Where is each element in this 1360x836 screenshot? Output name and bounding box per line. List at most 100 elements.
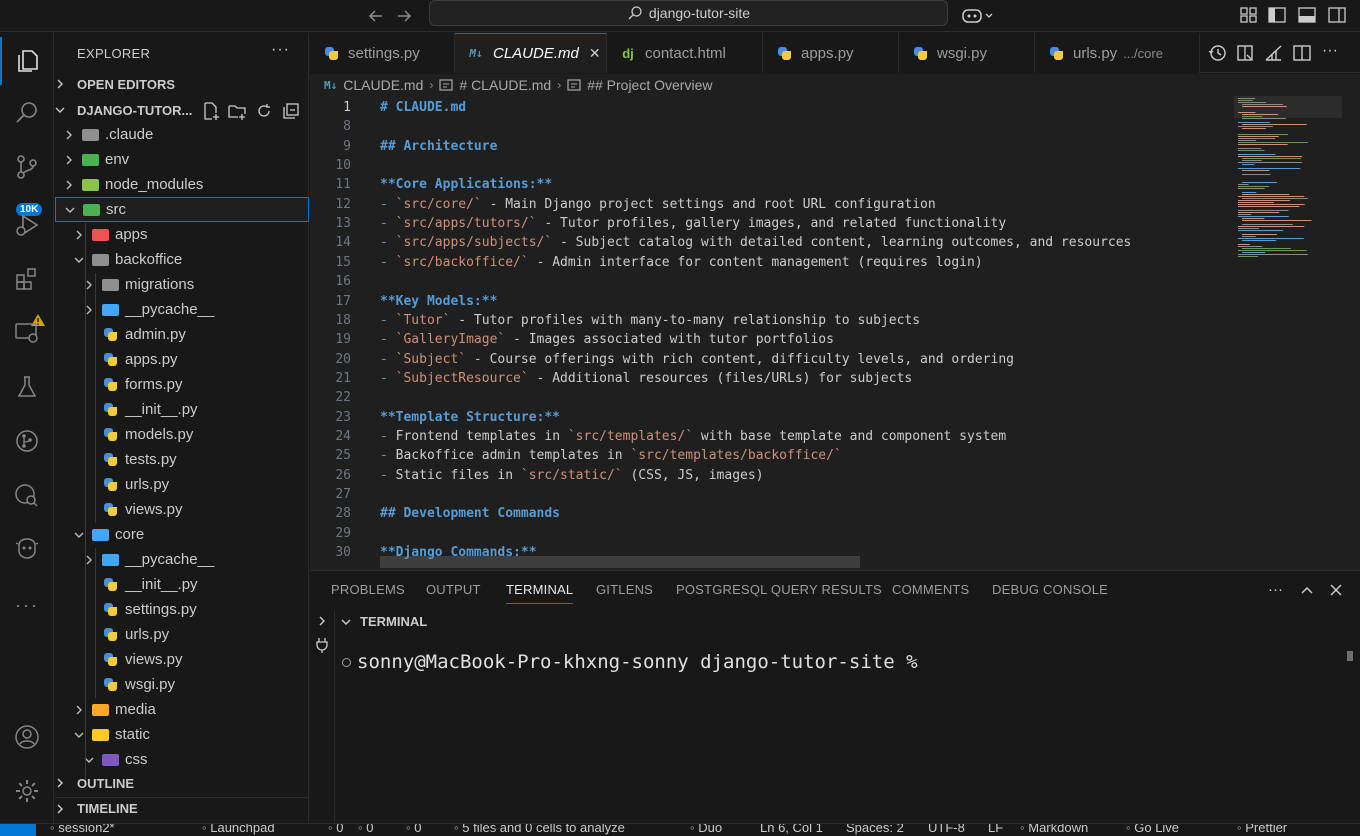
file-row[interactable]: __init__.py bbox=[55, 397, 309, 422]
status-item[interactable]: UTF-8 bbox=[928, 824, 965, 835]
status-item[interactable]: ◦ 0 bbox=[406, 824, 421, 835]
folder-row[interactable]: __pycache__ bbox=[55, 547, 309, 572]
tab-wsgi-py[interactable]: wsgi.py bbox=[899, 33, 1035, 73]
status-item[interactable]: ◦ Prettier bbox=[1237, 824, 1287, 835]
file-row[interactable]: urls.py bbox=[55, 472, 309, 497]
timeline-history-icon[interactable] bbox=[1207, 42, 1229, 64]
folder-row[interactable]: css bbox=[55, 747, 309, 772]
breadcrumb-heading-1[interactable]: # CLAUDE.md bbox=[459, 77, 551, 93]
terminal-scrollbar[interactable] bbox=[1347, 651, 1353, 661]
file-row[interactable]: __init__.py bbox=[55, 572, 309, 597]
outline-section[interactable]: OUTLINE bbox=[55, 772, 309, 794]
remote-indicator[interactable] bbox=[0, 824, 36, 836]
folder-row[interactable]: apps bbox=[55, 222, 309, 247]
panel-tab[interactable]: TERMINAL bbox=[506, 582, 574, 604]
folder-row[interactable]: core bbox=[55, 522, 309, 547]
customize-layout-icon[interactable] bbox=[1238, 4, 1260, 26]
tab-claude-md[interactable]: M↓ CLAUDE.md ✕ bbox=[455, 33, 607, 73]
folder-row[interactable]: __pycache__ bbox=[55, 297, 309, 322]
folder-row[interactable]: .claude bbox=[55, 122, 309, 147]
folder-row[interactable]: backoffice bbox=[55, 247, 309, 272]
command-decoration-icon[interactable] bbox=[342, 657, 351, 667]
folder-row[interactable]: node_modules bbox=[55, 172, 309, 197]
panel-tab[interactable]: OUTPUT bbox=[426, 582, 481, 597]
status-item[interactable]: ◦ 0 bbox=[328, 824, 343, 835]
file-row[interactable]: views.py bbox=[55, 647, 309, 672]
new-file-icon[interactable] bbox=[201, 101, 221, 121]
chevron-right-icon[interactable] bbox=[316, 615, 328, 627]
file-row[interactable]: admin.py bbox=[55, 322, 309, 347]
panel-tab[interactable]: PROBLEMS bbox=[331, 582, 405, 597]
search-icon[interactable] bbox=[0, 89, 54, 137]
status-item[interactable]: ◦ Duo bbox=[690, 824, 722, 835]
run-debug-icon[interactable] bbox=[0, 201, 54, 249]
tab-apps-py[interactable]: apps.py bbox=[763, 33, 899, 73]
testing-icon[interactable] bbox=[0, 363, 54, 411]
toggle-primary-sidebar-icon[interactable] bbox=[1266, 4, 1288, 26]
copilot-icon[interactable] bbox=[961, 4, 997, 26]
collapse-all-icon[interactable] bbox=[281, 101, 301, 121]
file-row[interactable]: apps.py bbox=[55, 347, 309, 372]
extensions-icon[interactable] bbox=[0, 255, 54, 303]
maximize-panel-icon[interactable] bbox=[1298, 581, 1316, 599]
file-row[interactable]: settings.py bbox=[55, 597, 309, 622]
status-item[interactable]: Ln 6, Col 1 bbox=[760, 824, 823, 835]
folder-row[interactable]: src bbox=[55, 197, 309, 222]
panel-tab[interactable]: GITLENS bbox=[596, 582, 653, 597]
explorer-more-actions[interactable]: ··· bbox=[271, 41, 290, 59]
gitlens-icon[interactable] bbox=[0, 417, 54, 465]
status-item[interactable]: ◦ Launchpad bbox=[202, 824, 275, 835]
status-item[interactable]: Spaces: 2 bbox=[846, 824, 904, 835]
tab-contact-html[interactable]: dj contact.html bbox=[607, 33, 763, 73]
panel-tab[interactable]: POSTGRESQL QUERY RESULTS bbox=[676, 582, 882, 597]
status-item[interactable]: ◦ session2* bbox=[50, 824, 115, 835]
file-row[interactable]: models.py bbox=[55, 422, 309, 447]
terminal-prompt-line[interactable]: sonny@MacBook-Pro-khxng-sonny django-tut… bbox=[342, 651, 918, 673]
copilot-chat-icon[interactable] bbox=[0, 525, 54, 573]
tab-urls-py[interactable]: urls.py .../core bbox=[1035, 33, 1200, 73]
file-row[interactable]: tests.py bbox=[55, 447, 309, 472]
terminal-header[interactable]: TERMINAL bbox=[340, 614, 427, 629]
file-row[interactable]: forms.py bbox=[55, 372, 309, 397]
status-item[interactable]: ◦ Go Live bbox=[1126, 824, 1179, 835]
tab-settings-py[interactable]: settings.py bbox=[310, 33, 455, 73]
folder-row[interactable]: env bbox=[55, 147, 309, 172]
file-row[interactable]: urls.py bbox=[55, 622, 309, 647]
panel-tab[interactable]: COMMENTS bbox=[892, 582, 969, 597]
toggle-secondary-sidebar-icon[interactable] bbox=[1326, 4, 1348, 26]
status-item[interactable]: ◦ Markdown bbox=[1020, 824, 1088, 835]
code-editor[interactable]: 1 # CLAUDE.md 8 9 ## Architecture 10 11 **Core … bbox=[310, 96, 1360, 570]
folder-row[interactable]: static bbox=[55, 722, 309, 747]
remote-explorer-icon[interactable] bbox=[0, 309, 54, 357]
breadcrumb-file[interactable]: CLAUDE.md bbox=[343, 77, 423, 93]
status-item[interactable]: ◦ 0 bbox=[358, 824, 373, 835]
open-preview-icon[interactable] bbox=[1235, 42, 1257, 64]
folder-row[interactable]: media bbox=[55, 697, 309, 722]
breadcrumb-heading-2[interactable]: ## Project Overview bbox=[587, 77, 712, 93]
folder-row[interactable]: migrations bbox=[55, 272, 309, 297]
settings-gear-icon[interactable] bbox=[0, 767, 54, 815]
close-icon[interactable]: ✕ bbox=[589, 45, 601, 62]
toggle-panel-icon[interactable] bbox=[1296, 4, 1318, 26]
minimap[interactable] bbox=[1234, 96, 1360, 570]
explorer-icon[interactable] bbox=[0, 37, 54, 85]
open-editors-section[interactable]: OPEN EDITORS bbox=[55, 73, 309, 95]
refresh-icon[interactable] bbox=[254, 101, 274, 121]
timeline-section[interactable]: TIMELINE bbox=[55, 797, 309, 819]
command-center-search[interactable]: django-tutor-site bbox=[429, 0, 948, 26]
new-folder-icon[interactable] bbox=[227, 101, 247, 121]
editor-more-icon[interactable]: ··· bbox=[1319, 42, 1341, 64]
arrow-right-icon[interactable] bbox=[393, 5, 415, 27]
horizontal-scrollbar[interactable] bbox=[380, 556, 860, 568]
arrow-left-icon[interactable] bbox=[365, 5, 387, 27]
compare-changes-icon[interactable] bbox=[1263, 42, 1285, 64]
close-panel-icon[interactable] bbox=[1327, 581, 1345, 599]
source-control-icon[interactable] bbox=[0, 143, 54, 191]
status-item[interactable]: ◦ 5 files and 0 cells to analyze bbox=[454, 824, 625, 835]
accounts-icon[interactable] bbox=[0, 713, 54, 761]
file-row[interactable]: views.py bbox=[55, 497, 309, 522]
status-item[interactable]: LF bbox=[988, 824, 1003, 835]
more-icon[interactable]: ··· bbox=[0, 581, 54, 629]
panel-more-icon[interactable]: ··· bbox=[1268, 581, 1286, 599]
split-editor-icon[interactable] bbox=[1291, 42, 1313, 64]
